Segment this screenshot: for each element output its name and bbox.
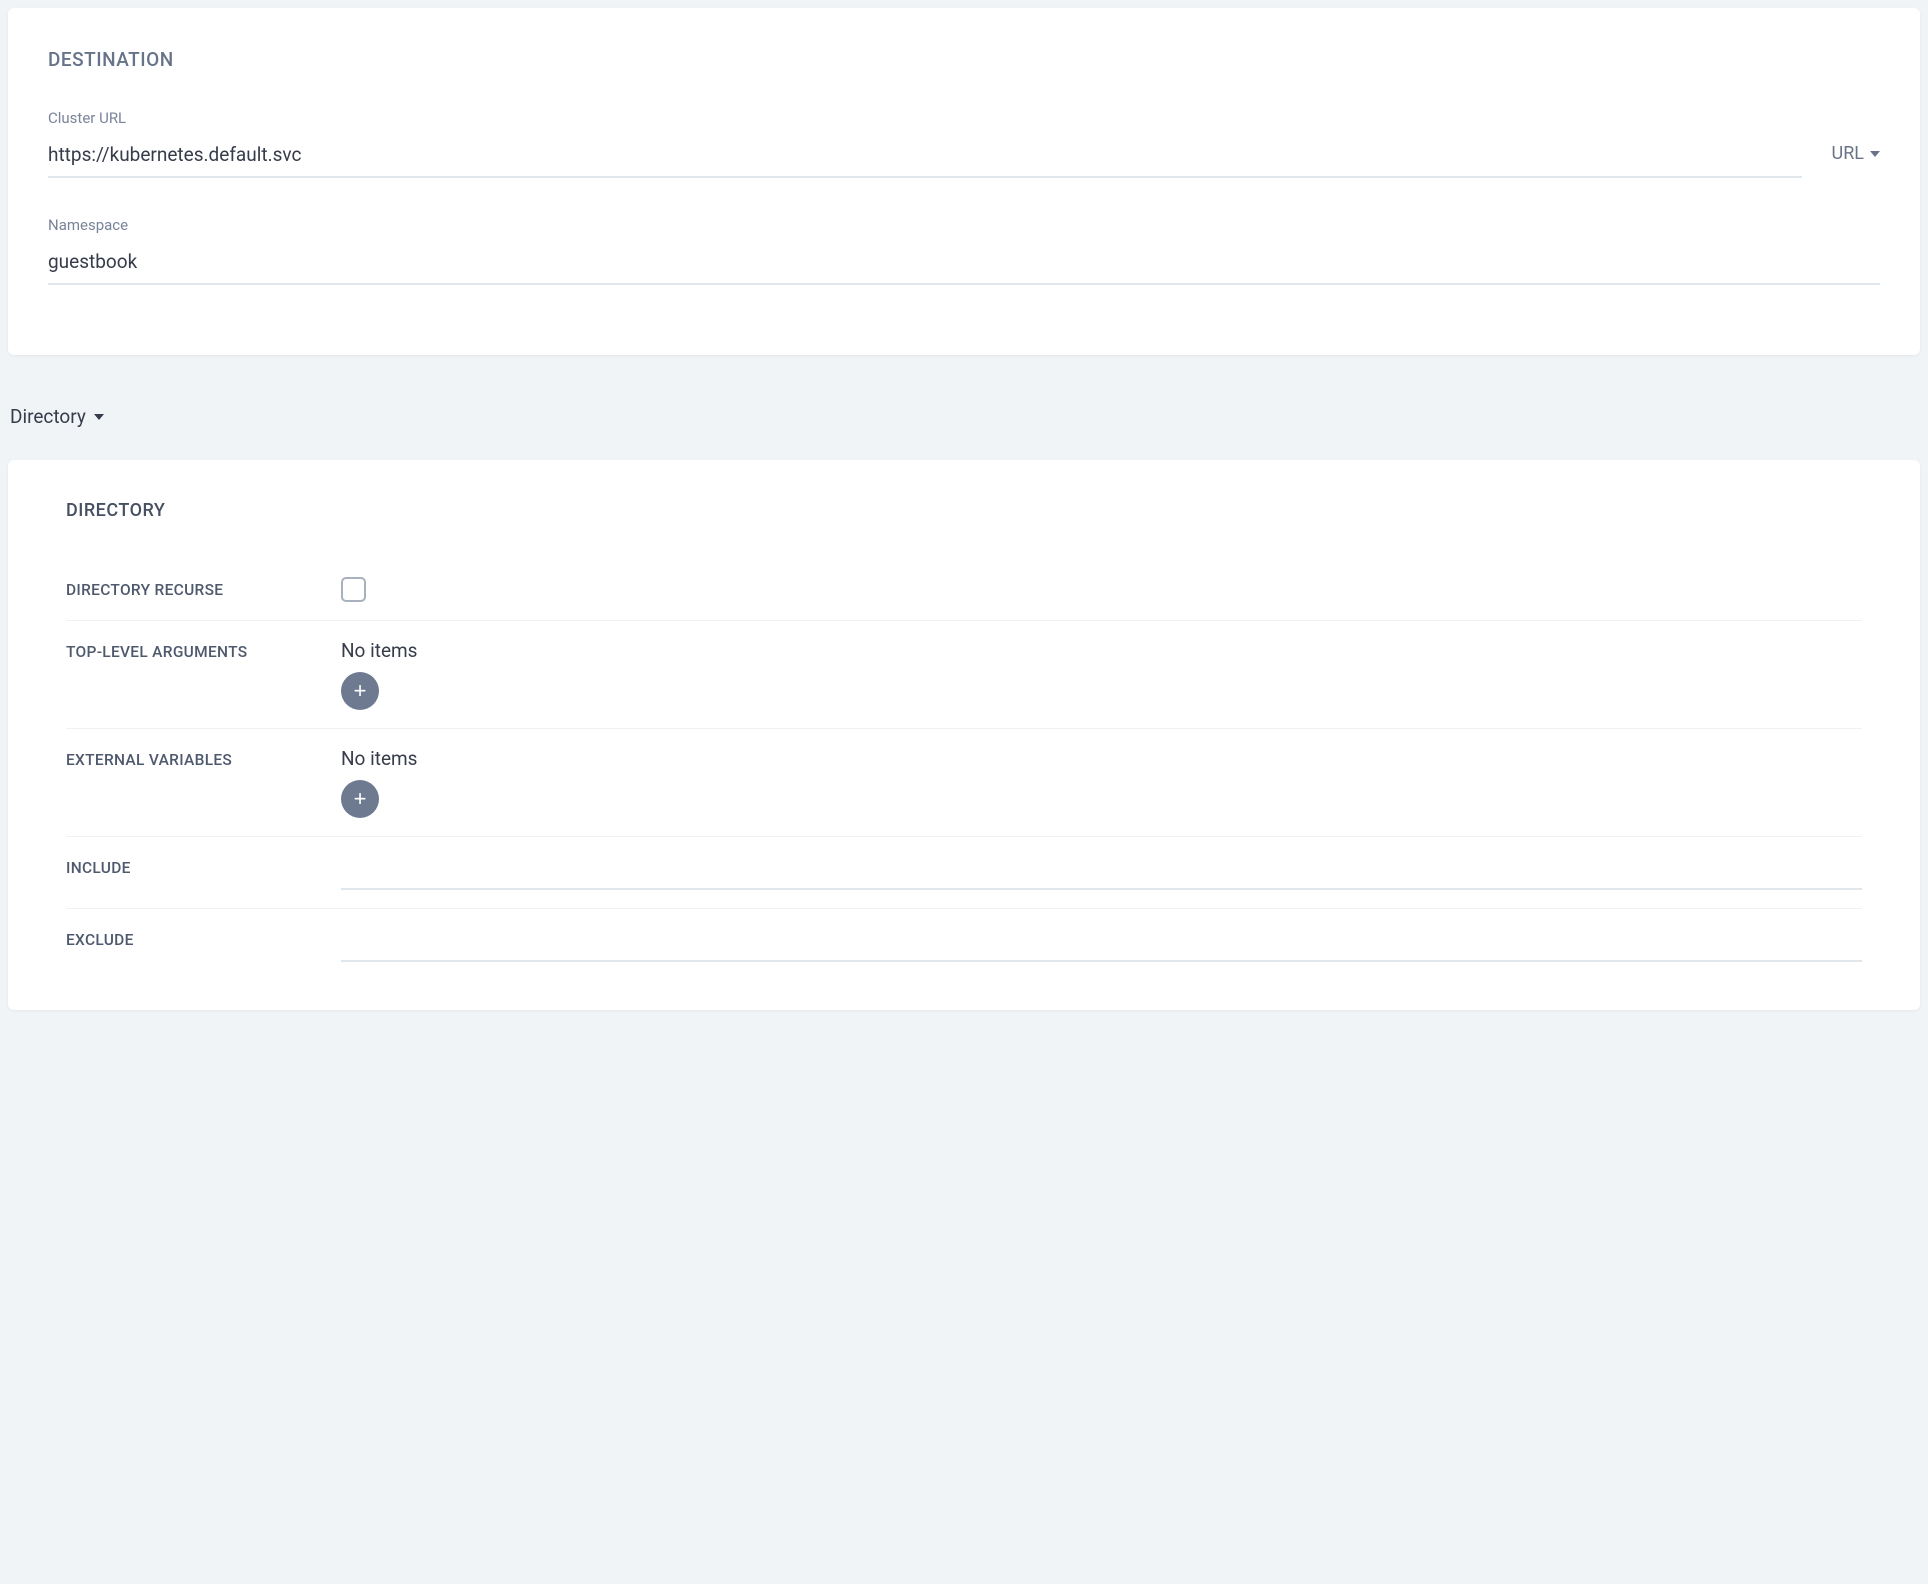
include-label: INCLUDE [66, 855, 341, 877]
top-level-arguments-label: TOP-LEVEL ARGUMENTS [66, 639, 341, 661]
directory-recurse-value [341, 577, 1862, 602]
directory-section-dropdown[interactable]: Directory [10, 405, 104, 428]
cluster-url-row: Cluster URL URL [48, 109, 1880, 216]
url-dropdown[interactable]: URL [1832, 143, 1880, 164]
external-variables-value: No items + [341, 747, 1862, 818]
add-external-variable-button[interactable]: + [341, 780, 379, 818]
external-variables-empty: No items [341, 747, 1862, 770]
cluster-url-group: Cluster URL [48, 109, 1802, 178]
namespace-group: Namespace [48, 216, 1880, 285]
namespace-input[interactable] [48, 242, 1880, 285]
external-variables-row: EXTERNAL VARIABLES No items + [66, 729, 1862, 837]
directory-recurse-row: DIRECTORY RECURSE [66, 559, 1862, 621]
namespace-label: Namespace [48, 216, 1880, 234]
directory-title: DIRECTORY [66, 500, 1862, 521]
directory-recurse-label: DIRECTORY RECURSE [66, 577, 341, 599]
top-level-arguments-row: TOP-LEVEL ARGUMENTS No items + [66, 621, 1862, 729]
exclude-row: EXCLUDE [66, 909, 1862, 980]
directory-section-label: Directory [10, 405, 86, 428]
cluster-url-input[interactable] [48, 135, 1802, 178]
external-variables-label: EXTERNAL VARIABLES [66, 747, 341, 769]
directory-recurse-checkbox[interactable] [341, 577, 366, 602]
destination-title: DESTINATION [48, 48, 1880, 71]
caret-down-icon [94, 414, 104, 420]
top-level-arguments-value: No items + [341, 639, 1862, 710]
exclude-value [341, 927, 1862, 962]
exclude-label: EXCLUDE [66, 927, 341, 949]
add-top-level-argument-button[interactable]: + [341, 672, 379, 710]
top-level-arguments-empty: No items [341, 639, 1862, 662]
include-value [341, 855, 1862, 890]
directory-card: DIRECTORY DIRECTORY RECURSE TOP-LEVEL AR… [8, 460, 1920, 1010]
caret-down-icon [1870, 151, 1880, 157]
plus-icon: + [354, 680, 367, 702]
destination-card: DESTINATION Cluster URL URL Namespace [8, 8, 1920, 355]
url-dropdown-label: URL [1832, 143, 1864, 164]
plus-icon: + [354, 788, 367, 810]
include-row: INCLUDE [66, 837, 1862, 909]
include-input[interactable] [341, 857, 1862, 890]
url-dropdown-wrapper: URL [1832, 109, 1880, 164]
exclude-input[interactable] [341, 929, 1862, 962]
cluster-url-label: Cluster URL [48, 109, 1802, 127]
